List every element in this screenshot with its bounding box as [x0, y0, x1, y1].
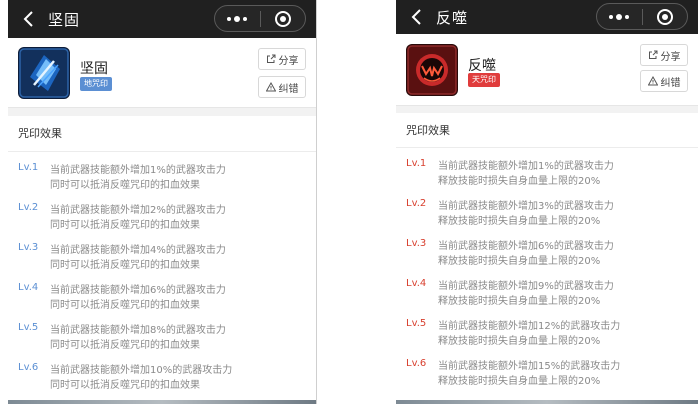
level-label: Lv.4 [406, 278, 427, 289]
list-item: Lv.5 当前武器技能额外增加8%的武器攻击力 同时可以抵消反噬咒印的扣血效果 [8, 320, 316, 360]
share-icon [266, 54, 275, 63]
back-arrow-icon[interactable] [406, 6, 428, 28]
close-target-icon[interactable] [643, 8, 688, 25]
list-item: Lv.6 当前武器技能额外增加15%的武器攻击力 释放技能时损失自身血量上限的20… [396, 356, 698, 396]
share-button[interactable]: 分享 [258, 48, 306, 70]
list-item: Lv.2 当前武器技能额外增加2%的武器攻击力 同时可以抵消反噬咒印的扣血效果 [8, 200, 316, 240]
rune-header-card: 坚固 地咒印 分享 纠错 [8, 38, 316, 108]
level-label: Lv.3 [18, 242, 39, 253]
list-item: Lv.3 当前武器技能额外增加6%的武器攻击力 释放技能时损失自身血量上限的20% [396, 236, 698, 276]
level-label: Lv.5 [406, 318, 427, 329]
miniprogram-capsule [596, 3, 688, 30]
report-label: 纠错 [660, 77, 681, 89]
list-item: Lv.4 当前武器技能额外增加6%的武器攻击力 同时可以抵消反噬咒印的扣血效果 [8, 280, 316, 320]
level-label: Lv.6 [406, 358, 427, 369]
level-description: 当前武器技能额外增加15%的武器攻击力 释放技能时损失自身血量上限的20% [438, 361, 621, 387]
level-label: Lv.1 [18, 162, 39, 173]
level-description: 当前武器技能额外增加12%的武器攻击力 释放技能时损失自身血量上限的20% [438, 321, 621, 347]
level-description: 当前武器技能额外增加10%的武器攻击力 同时可以抵消反噬咒印的扣血效果 [50, 365, 233, 391]
section-title: 咒印效果 [8, 116, 316, 152]
navbar: 反噬 [396, 0, 698, 34]
level-label: Lv.6 [18, 362, 39, 373]
bottom-image-strip [8, 400, 316, 404]
navbar: 坚固 [8, 0, 316, 38]
nav-title: 反噬 [436, 9, 469, 27]
level-description: 当前武器技能额外增加3%的武器攻击力 释放技能时损失自身血量上限的20% [438, 201, 614, 227]
share-button[interactable]: 分享 [640, 44, 688, 66]
share-label: 分享 [660, 51, 681, 63]
list-item: Lv.2 当前武器技能额外增加3%的武器攻击力 释放技能时损失自身血量上限的20% [396, 196, 698, 236]
level-label: Lv.2 [18, 202, 39, 213]
right-phone-screen: 反噬 反噬 天咒印 分享 纠错 咒印效果 Lv.1 当前武器技能额外增加1%的武… [396, 0, 698, 404]
close-target-icon[interactable] [261, 10, 306, 27]
level-list: Lv.1 当前武器技能额外增加1%的武器攻击力 释放技能时损失自身血量上限的20%… [396, 148, 698, 396]
rune-effects-section: 咒印效果 Lv.1 当前武器技能额外增加1%的武器攻击力 释放技能时损失自身血量上… [396, 113, 698, 400]
level-label: Lv.5 [18, 322, 39, 333]
level-label: Lv.2 [406, 198, 427, 209]
rune-type-badge: 地咒印 [80, 77, 112, 91]
level-description: 当前武器技能额外增加2%的武器攻击力 同时可以抵消反噬咒印的扣血效果 [50, 205, 226, 231]
bottom-image-strip [396, 400, 698, 404]
report-error-button[interactable]: 纠错 [640, 70, 688, 92]
report-error-button[interactable]: 纠错 [258, 76, 306, 98]
level-description: 当前武器技能额外增加6%的武器攻击力 释放技能时损失自身血量上限的20% [438, 241, 614, 267]
red-rune-emblem-icon [406, 44, 458, 96]
rune-name: 坚固 [80, 61, 108, 77]
miniprogram-capsule [214, 5, 306, 32]
back-arrow-icon[interactable] [18, 8, 40, 30]
more-dots-icon[interactable] [215, 15, 260, 22]
list-item: Lv.3 当前武器技能额外增加4%的武器攻击力 同时可以抵消反噬咒印的扣血效果 [8, 240, 316, 280]
level-description: 当前武器技能额外增加1%的武器攻击力 释放技能时损失自身血量上限的20% [438, 161, 614, 187]
rune-header-card: 反噬 天咒印 分享 纠错 [396, 34, 698, 106]
level-label: Lv.1 [406, 158, 427, 169]
rune-effects-section: 咒印效果 Lv.1 当前武器技能额外增加1%的武器攻击力 同时可以抵消反噬咒印的扣… [8, 116, 316, 400]
nav-title: 坚固 [48, 11, 81, 29]
list-item: Lv.6 当前武器技能额外增加10%的武器攻击力 同时可以抵消反噬咒印的扣血效果 [8, 360, 316, 400]
rune-type-badge: 天咒印 [468, 73, 500, 87]
level-description: 当前武器技能额外增加9%的武器攻击力 释放技能时损失自身血量上限的20% [438, 281, 614, 307]
more-dots-icon[interactable] [597, 13, 642, 20]
level-description: 当前武器技能额外增加1%的武器攻击力 同时可以抵消反噬咒印的扣血效果 [50, 165, 226, 191]
level-label: Lv.4 [18, 282, 39, 293]
warning-icon [647, 76, 658, 86]
list-item: Lv.1 当前武器技能额外增加1%的武器攻击力 释放技能时损失自身血量上限的20% [396, 156, 698, 196]
level-label: Lv.3 [406, 238, 427, 249]
level-description: 当前武器技能额外增加6%的武器攻击力 同时可以抵消反噬咒印的扣血效果 [50, 285, 226, 311]
share-label: 分享 [278, 55, 299, 67]
level-description: 当前武器技能额外增加8%的武器攻击力 同时可以抵消反噬咒印的扣血效果 [50, 325, 226, 351]
rune-name: 反噬 [468, 58, 496, 74]
level-list: Lv.1 当前武器技能额外增加1%的武器攻击力 同时可以抵消反噬咒印的扣血效果 L… [8, 152, 316, 400]
warning-icon [265, 82, 276, 92]
section-title: 咒印效果 [396, 113, 698, 148]
blue-rune-emblem-icon [18, 47, 70, 99]
list-item: Lv.4 当前武器技能额外增加9%的武器攻击力 释放技能时损失自身血量上限的20% [396, 276, 698, 316]
list-item: Lv.5 当前武器技能额外增加12%的武器攻击力 释放技能时损失自身血量上限的20… [396, 316, 698, 356]
report-label: 纠错 [278, 83, 299, 95]
share-icon [648, 50, 657, 59]
level-description: 当前武器技能额外增加4%的武器攻击力 同时可以抵消反噬咒印的扣血效果 [50, 245, 226, 271]
list-item: Lv.1 当前武器技能额外增加1%的武器攻击力 同时可以抵消反噬咒印的扣血效果 [8, 160, 316, 200]
left-phone-screen: 坚固 坚固 地咒印 分享 纠错 咒印效果 Lv.1 当前武器技能额外增加1%的武… [8, 0, 316, 404]
